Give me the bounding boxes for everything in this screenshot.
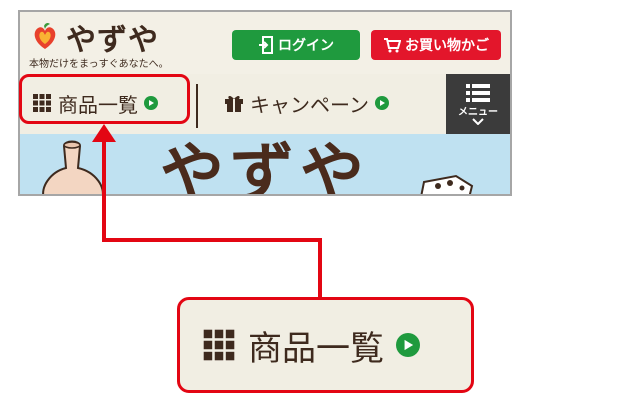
cart-button[interactable]: お買い物かご xyxy=(371,30,501,60)
grid-icon xyxy=(203,329,235,361)
site-header: やずや 本物だけをまっすぐあなたへ。 ログイン お買い物かご xyxy=(20,12,510,74)
hero-banner[interactable]: やずや xyxy=(20,134,510,196)
login-button[interactable]: ログイン xyxy=(232,30,360,60)
dice-illustration xyxy=(420,174,474,194)
cart-icon xyxy=(384,38,401,53)
play-circle-icon xyxy=(396,333,420,357)
login-door-icon xyxy=(259,36,273,54)
highlight-box-products xyxy=(19,74,190,124)
banner-logo-text: やずや xyxy=(160,137,370,196)
cart-label: お買い物かご xyxy=(405,38,489,54)
logo-wordmark[interactable]: やずや xyxy=(66,15,159,59)
garlic-character-illustration xyxy=(42,140,104,194)
yazuya-logo-icon xyxy=(34,22,56,49)
chevron-down-icon xyxy=(472,118,484,125)
menu-label: メニュー xyxy=(458,107,498,118)
zoomed-products-label: 商品一覧 xyxy=(248,328,384,369)
tagline: 本物だけをまっすぐあなたへ。 xyxy=(29,59,169,70)
zoomed-products-callout: 商品一覧 xyxy=(177,297,474,393)
menu-button[interactable]: メニュー xyxy=(446,74,510,134)
login-label: ログイン xyxy=(278,38,334,54)
nav-campaign-label: キャンペーン xyxy=(250,92,369,117)
hamburger-icon xyxy=(466,84,490,102)
gift-icon xyxy=(225,95,243,112)
play-circle-icon xyxy=(375,96,389,110)
nav-item-campaign[interactable]: キャンペーン xyxy=(224,84,389,122)
nav-divider xyxy=(196,84,198,128)
